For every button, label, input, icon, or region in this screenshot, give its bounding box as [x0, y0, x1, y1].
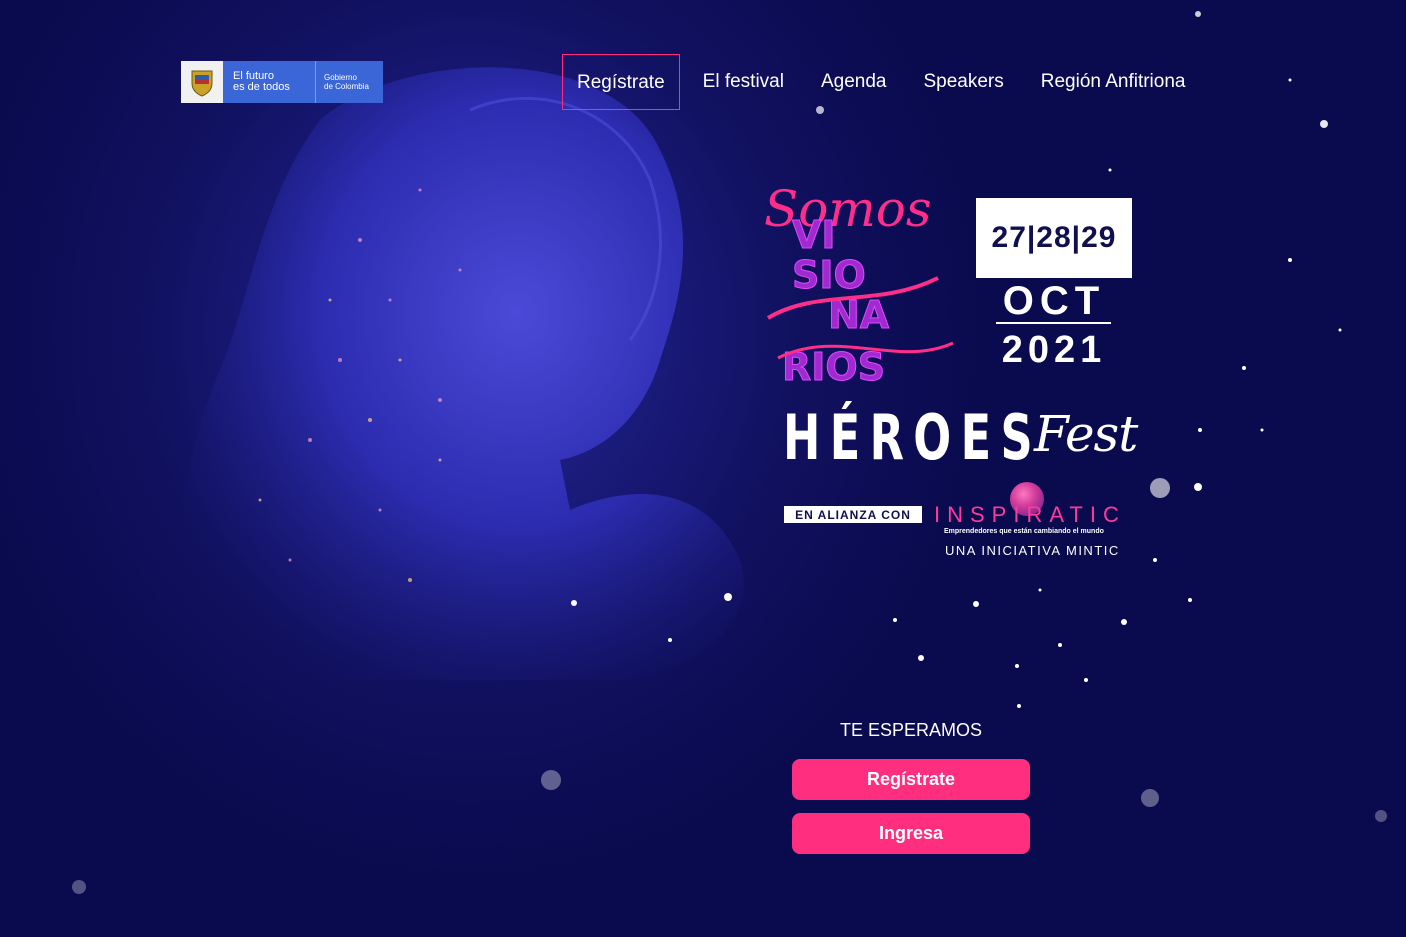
logo-text-gobierno: Gobierno de Colombia — [315, 61, 383, 103]
logo-gov-line2: de Colombia — [324, 82, 369, 91]
gobierno-logo[interactable]: El futuro es de todos Gobierno de Colomb… — [181, 61, 383, 103]
nav-region-anfitriona[interactable]: Región Anfitriona — [1027, 54, 1200, 110]
coat-of-arms-icon — [181, 61, 223, 103]
portrait-image — [178, 67, 744, 680]
nav-el-festival[interactable]: El festival — [689, 54, 798, 110]
event-month: OCT — [1002, 279, 1106, 323]
alliance-label: EN ALIANZA CON — [784, 506, 922, 523]
fest-title: Fest — [1034, 405, 1138, 463]
register-button[interactable]: Regístrate — [792, 759, 1030, 800]
nav-registrate[interactable]: Regístrate — [562, 54, 680, 110]
login-button[interactable]: Ingresa — [792, 813, 1030, 854]
svg-text:SIO: SIO — [792, 253, 866, 297]
inspiratic-tagline: Emprendedores que están cambiando el mun… — [944, 528, 1104, 535]
main-nav: Regístrate El festival Agenda Speakers R… — [562, 54, 1208, 110]
inspiratic-logo: INSPIRATIC — [934, 502, 1126, 527]
event-year: 2021 — [1001, 329, 1107, 371]
logo-line2: es de todos — [233, 81, 290, 93]
logo-text-futuro: El futuro es de todos — [223, 61, 315, 103]
somos-text: Somos — [764, 180, 932, 238]
event-dates: 27|28|29 — [976, 198, 1132, 278]
somos-visionarios-logo: Somos VI SIO NA RIOS — [764, 180, 954, 390]
nav-speakers[interactable]: Speakers — [909, 54, 1017, 110]
heroes-title: HÉROES — [783, 401, 1042, 474]
mintic-initiative: UNA INICIATIVA MINTIC — [945, 543, 1120, 558]
svg-text:VI: VI — [792, 213, 836, 257]
month-divider — [996, 322, 1111, 324]
landing-page: El futuro es de todos Gobierno de Colomb… — [0, 0, 1406, 937]
te-esperamos-text: TE ESPERAMOS — [839, 720, 983, 740]
logo-gov-line1: Gobierno — [324, 73, 357, 82]
nav-agenda[interactable]: Agenda — [807, 54, 901, 110]
